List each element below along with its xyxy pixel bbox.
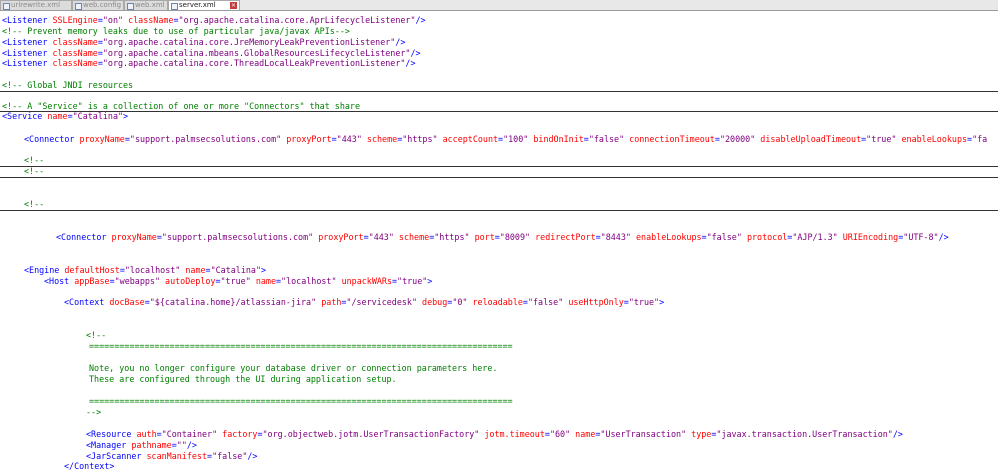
xml-file-icon	[127, 3, 134, 10]
config-file-icon	[75, 3, 82, 10]
code-editor[interactable]: <Listener SSLEngine="on" className="org.…	[0, 12, 998, 471]
code-line: <Listener className="org.apache.catalina…	[2, 58, 416, 68]
code-line: </Context>	[64, 461, 115, 471]
code-line: <!--	[24, 166, 45, 176]
tab-label: urlrewrite.xml	[11, 1, 61, 9]
fold-separator	[0, 91, 998, 92]
xml-file-icon	[3, 3, 10, 10]
code-line: These are configured through the UI duri…	[89, 374, 397, 384]
fold-separator	[0, 177, 998, 178]
tab-label: web.xml	[135, 1, 165, 9]
fold-separator	[0, 210, 998, 211]
code-line: -->	[86, 407, 102, 417]
code-line: ========================================…	[89, 341, 513, 351]
code-line: <!--	[24, 199, 45, 209]
tab-label: web.config	[83, 1, 122, 9]
code-line: ========================================…	[89, 396, 513, 406]
code-line: <Manager pathname=""/>	[86, 440, 197, 450]
editor-tab-bar: urlrewrite.xml web.config web.xml server…	[0, 0, 998, 11]
tab-web-config[interactable]: web.config	[72, 0, 124, 10]
tab-urlrewrite-xml[interactable]: urlrewrite.xml	[0, 0, 72, 10]
code-line: Note, you no longer configure your datab…	[89, 363, 498, 373]
tab-server-xml[interactable]: server.xml ×	[168, 0, 240, 10]
code-line: <Resource auth="Container" factory="org.…	[86, 429, 903, 439]
code-line: <Engine defaultHost="localhost" name="Ca…	[24, 265, 267, 275]
code-line: <Listener className="org.apache.catalina…	[2, 37, 406, 47]
code-line: <Connector proxyName="support.palmsecsol…	[24, 134, 988, 144]
code-line: <!-- Global JNDI resources	[2, 80, 134, 90]
tab-web-xml[interactable]: web.xml	[124, 0, 168, 10]
xml-file-icon	[171, 3, 178, 10]
code-line: <Listener SSLEngine="on" className="org.…	[2, 15, 426, 25]
close-icon[interactable]: ×	[230, 2, 237, 9]
code-line: <Context docBase="${catalina.home}/atlas…	[64, 297, 665, 307]
code-line: <Host appBase="webapps" autoDeploy="true…	[44, 276, 433, 286]
code-line: <Service name="Catalina">	[2, 111, 129, 121]
code-line: <!-- Prevent memory leaks due to use of …	[2, 26, 350, 36]
tab-label: server.xml	[179, 1, 216, 9]
code-line: <Connector proxyName="support.palmsecsol…	[56, 232, 949, 242]
code-line: <!--	[24, 155, 45, 165]
code-line: <!--	[86, 330, 107, 340]
